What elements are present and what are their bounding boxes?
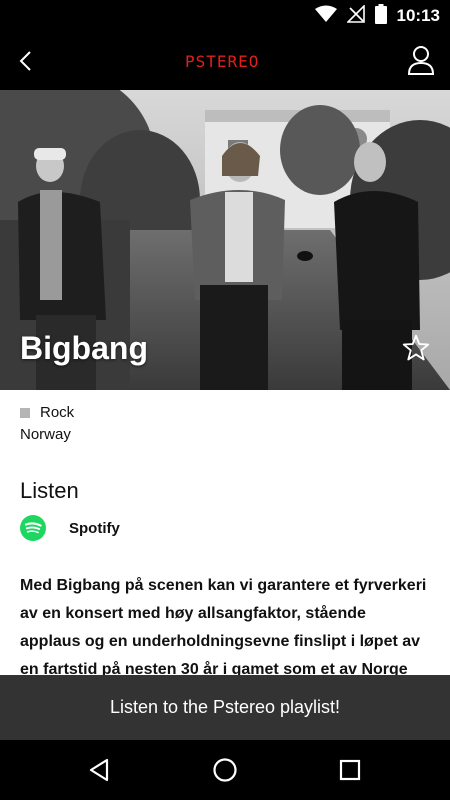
spotify-link[interactable]: Spotify	[20, 514, 120, 542]
spotify-label: Spotify	[69, 519, 120, 537]
profile-button[interactable]	[406, 44, 436, 76]
artist-hero-image: Bigbang	[0, 90, 450, 390]
app-logo[interactable]: PSTEREO	[185, 52, 259, 71]
artist-name: Bigbang	[20, 330, 148, 366]
back-button[interactable]	[12, 46, 42, 76]
back-triangle-icon	[89, 758, 109, 782]
status-icons: 10:13	[314, 0, 440, 32]
home-circle-icon	[213, 758, 237, 782]
favorite-button[interactable]	[402, 334, 430, 362]
wifi-icon	[314, 5, 337, 28]
nav-home-button[interactable]	[210, 755, 240, 785]
nav-back-button[interactable]	[85, 755, 115, 785]
artist-details: Rock Norway Listen Spotify Med Bigbang p…	[0, 390, 450, 675]
spotify-icon	[20, 515, 46, 541]
person-icon	[407, 46, 435, 75]
battery-icon	[374, 3, 387, 29]
recents-square-icon	[339, 759, 361, 781]
app-bar: PSTEREO	[0, 32, 450, 90]
nav-recents-button[interactable]	[335, 755, 365, 785]
status-bar: 10:13	[0, 0, 450, 32]
status-time: 10:13	[396, 6, 440, 25]
listen-heading: Listen	[20, 478, 79, 503]
playlist-button-label: Listen to the Pstereo playlist!	[109, 697, 341, 717]
system-nav-bar	[0, 740, 450, 800]
star-outline-icon	[402, 334, 430, 361]
chevron-left-icon	[19, 51, 31, 71]
genre-label: Rock	[40, 404, 75, 421]
genre-marker	[20, 407, 30, 418]
genre-row: Rock	[20, 404, 74, 421]
playlist-button[interactable]: Listen to the Pstereo playlist!	[0, 675, 450, 740]
artist-description: Med Bigbang på scenen kan vi garantere e…	[20, 577, 427, 675]
no-signal-icon	[345, 3, 365, 28]
country-label: Norway	[20, 426, 71, 443]
